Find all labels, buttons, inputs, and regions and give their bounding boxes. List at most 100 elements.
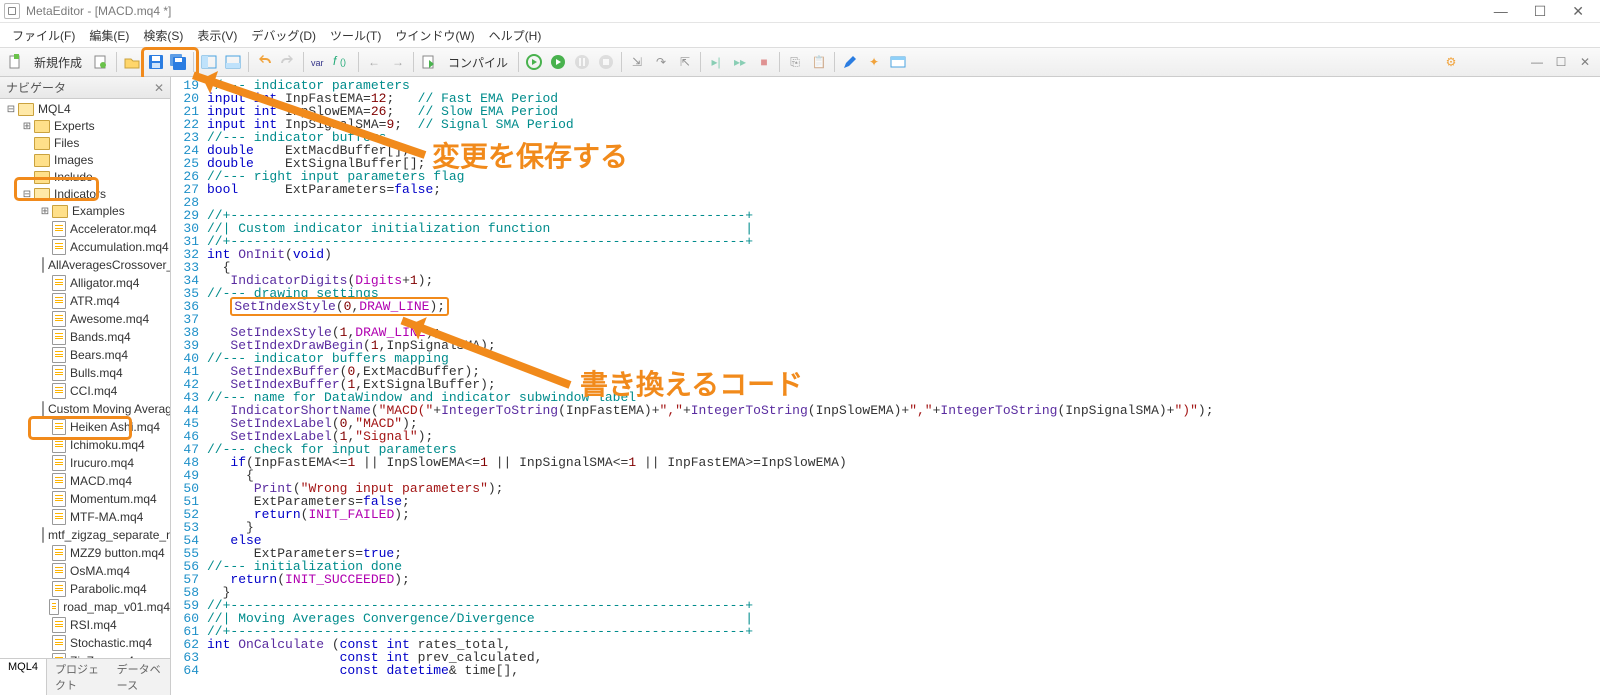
save-all-icon[interactable] <box>167 51 189 73</box>
tree-custom-moving-averages[interactable]: Custom Moving Averages <box>0 400 170 418</box>
tree-rsi-mq4[interactable]: RSI.mq4 <box>0 616 170 634</box>
code-line-52[interactable]: return(INIT_FAILED); <box>207 508 1600 521</box>
tree-irucuro-mq4[interactable]: Irucuro.mq4 <box>0 454 170 472</box>
marker2-icon[interactable]: ▸▸ <box>729 51 751 73</box>
code-line-23[interactable]: //--- indicator buffers <box>207 131 1600 144</box>
layout-1-icon[interactable] <box>198 51 220 73</box>
new-file-button[interactable]: 新規作成 <box>28 54 88 71</box>
code-line-64[interactable]: const datetime& time[], <box>207 664 1600 677</box>
tree-macd-mq4[interactable]: MACD.mq4 <box>0 472 170 490</box>
tree-mtf-zigzag-separate-nmc[interactable]: mtf_zigzag_separate_nmc <box>0 526 170 544</box>
code-line-34[interactable]: IndicatorDigits(Digits+1); <box>207 274 1600 287</box>
new-file-icon[interactable] <box>4 51 26 73</box>
mdi-min-icon[interactable]: — <box>1526 51 1548 73</box>
code-line-57[interactable]: return(INIT_SUCCEEDED); <box>207 573 1600 586</box>
navigator-tree[interactable]: ⊟MQL4⊞ExpertsFilesImagesInclude⊟Indicato… <box>0 99 170 658</box>
tree-atr-mq4[interactable]: ATR.mq4 <box>0 292 170 310</box>
menu-ウインドウ[interactable]: ウインドウ(W) <box>389 26 480 45</box>
tree-allaveragescrossover-v1-[interactable]: AllAveragesCrossover_v1.. <box>0 256 170 274</box>
tree-awesome-mq4[interactable]: Awesome.mq4 <box>0 310 170 328</box>
tree-bulls-mq4[interactable]: Bulls.mq4 <box>0 364 170 382</box>
pause-icon[interactable] <box>571 51 593 73</box>
menu-編集[interactable]: 編集(E) <box>83 26 135 45</box>
menu-ツール[interactable]: ツール(T) <box>324 26 387 45</box>
terminal-icon[interactable] <box>887 51 909 73</box>
tree-include[interactable]: Include <box>0 169 170 186</box>
code-line-27[interactable]: bool ExtParameters=false; <box>207 183 1600 196</box>
tree-ichimoku-mq4[interactable]: Ichimoku.mq4 <box>0 436 170 454</box>
tree-accelerator-mq4[interactable]: Accelerator.mq4 <box>0 220 170 238</box>
maximize-button[interactable]: ☐ <box>1530 3 1551 20</box>
tree-indicators[interactable]: ⊟Indicators <box>0 186 170 203</box>
menu-表示[interactable]: 表示(V) <box>191 26 243 45</box>
close-button[interactable]: ✕ <box>1568 3 1588 20</box>
var-icon[interactable]: var <box>308 51 330 73</box>
settings-icon[interactable]: ⚙ <box>1440 51 1462 73</box>
paste-icon[interactable]: 📋 <box>808 51 830 73</box>
save-icon[interactable] <box>145 51 167 73</box>
run-icon[interactable] <box>547 51 569 73</box>
play-icon[interactable] <box>523 51 545 73</box>
nav-back-icon[interactable]: ← <box>363 51 385 73</box>
tree-examples[interactable]: ⊞Examples <box>0 203 170 220</box>
navtab-2[interactable]: データベース <box>109 659 170 695</box>
minimize-button[interactable]: — <box>1490 3 1512 20</box>
charts-icon[interactable]: ✦ <box>863 51 885 73</box>
tree-bands-mq4[interactable]: Bands.mq4 <box>0 328 170 346</box>
navtab-1[interactable]: プロジェクト <box>47 659 109 695</box>
tree-osma-mq4[interactable]: OsMA.mq4 <box>0 562 170 580</box>
tree-momentum-mq4[interactable]: Momentum.mq4 <box>0 490 170 508</box>
code-line-54[interactable]: else <box>207 534 1600 547</box>
tree-mtf-ma-mq4[interactable]: MTF-MA.mq4 <box>0 508 170 526</box>
menu-検索[interactable]: 検索(S) <box>137 26 189 45</box>
code-line-32[interactable]: int OnInit(void) <box>207 248 1600 261</box>
tree-stochastic-mq4[interactable]: Stochastic.mq4 <box>0 634 170 652</box>
code-editor[interactable]: 1920212223242526272829303132333435363738… <box>171 77 1600 695</box>
mdi-max-icon[interactable]: ☐ <box>1550 51 1572 73</box>
code-line-22[interactable]: input int InpSignalSMA=9; // Signal SMA … <box>207 118 1600 131</box>
tree-mzz9-button-mq4[interactable]: MZZ9 button.mq4 <box>0 544 170 562</box>
menu-ヘルプ[interactable]: ヘルプ(H) <box>483 26 548 45</box>
compile-icon[interactable] <box>418 51 440 73</box>
step-into-icon[interactable]: ⇲ <box>626 51 648 73</box>
tree-bears-mq4[interactable]: Bears.mq4 <box>0 346 170 364</box>
stop-icon[interactable] <box>595 51 617 73</box>
code-line-50[interactable]: Print("Wrong input parameters"); <box>207 482 1600 495</box>
nav-fwd-icon[interactable]: → <box>387 51 409 73</box>
tree-files[interactable]: Files <box>0 135 170 152</box>
code-area[interactable]: //--- indicator parametersinput int InpF… <box>205 77 1600 695</box>
redo-icon[interactable] <box>277 51 299 73</box>
menu-ファイル[interactable]: ファイル(F) <box>6 26 81 45</box>
code-line-31[interactable]: //+-------------------------------------… <box>207 235 1600 248</box>
copy-icon[interactable]: ⎘ <box>784 51 806 73</box>
tree-parabolic-mq4[interactable]: Parabolic.mq4 <box>0 580 170 598</box>
func-icon[interactable]: f() <box>332 51 354 73</box>
mdi-close-icon[interactable]: ✕ <box>1574 51 1596 73</box>
marker1-icon[interactable]: ▸| <box>705 51 727 73</box>
tree-road-map-v01-mq4[interactable]: road_map_v01.mq4 <box>0 598 170 616</box>
pen-icon[interactable] <box>839 51 861 73</box>
navtab-0[interactable]: MQL4 <box>0 659 47 695</box>
code-line-53[interactable]: } <box>207 521 1600 534</box>
menu-デバッグ[interactable]: デバッグ(D) <box>245 26 322 45</box>
tree-mql4[interactable]: ⊟MQL4 <box>0 101 170 118</box>
code-line-55[interactable]: ExtParameters=true; <box>207 547 1600 560</box>
code-line-36[interactable]: SetIndexStyle(0,DRAW_LINE); <box>207 300 1600 313</box>
step-out-icon[interactable]: ⇱ <box>674 51 696 73</box>
step-over-icon[interactable]: ↷ <box>650 51 672 73</box>
tree-heiken-ashi-mq4[interactable]: Heiken Ashi.mq4 <box>0 418 170 436</box>
undo-icon[interactable] <box>253 51 275 73</box>
code-line-56[interactable]: //--- initialization done <box>207 560 1600 573</box>
compile-button[interactable]: コンパイル <box>442 54 514 71</box>
tree-images[interactable]: Images <box>0 152 170 169</box>
code-line-51[interactable]: ExtParameters=false; <box>207 495 1600 508</box>
code-line-48[interactable]: if(InpFastEMA<=1 || InpSlowEMA<=1 || Inp… <box>207 456 1600 469</box>
layout-2-icon[interactable] <box>222 51 244 73</box>
tree-alligator-mq4[interactable]: Alligator.mq4 <box>0 274 170 292</box>
tree-experts[interactable]: ⊞Experts <box>0 118 170 135</box>
open-icon[interactable] <box>121 51 143 73</box>
navigator-close-icon[interactable]: ✕ <box>154 81 164 95</box>
new-dropdown-icon[interactable] <box>90 51 112 73</box>
tree-cci-mq4[interactable]: CCI.mq4 <box>0 382 170 400</box>
tree-accumulation-mq4[interactable]: Accumulation.mq4 <box>0 238 170 256</box>
